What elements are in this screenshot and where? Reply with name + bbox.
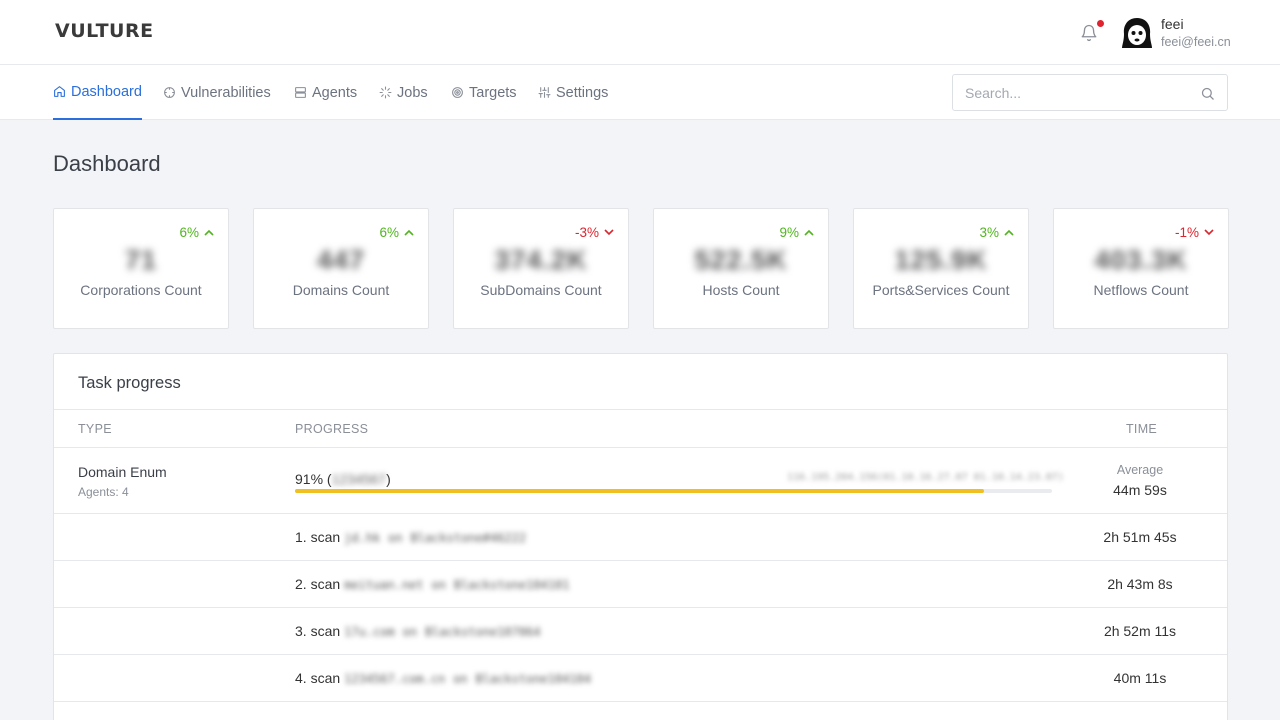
app-logo[interactable]: VULTURE: [55, 20, 154, 42]
table-row[interactable]: 3. scan 17u.com on Blackstone107064 2h 52…: [54, 608, 1227, 655]
column-header-progress: PROGRESS: [295, 422, 369, 436]
stat-label: Domains Count: [292, 282, 390, 298]
crosshair-icon: [164, 87, 175, 98]
nav-item-vulnerabilities[interactable]: Vulnerabilities: [163, 65, 271, 120]
stat-delta: 6%: [379, 225, 414, 240]
stat-value: 71: [124, 245, 158, 275]
column-header-time: TIME: [1126, 422, 1158, 436]
average-label: Average: [1116, 463, 1164, 477]
divider: [54, 409, 1227, 410]
scan-text: 3. scan 17u.com on Blackstone107064: [295, 623, 541, 639]
stat-value: 522.5K: [694, 245, 788, 275]
scan-time: 2h 43m 8s: [1107, 576, 1173, 592]
nav-label: Agents: [312, 84, 358, 101]
stat-delta: 6%: [179, 225, 214, 240]
nav-bar: Dashboard Vulnerabilities Agents Jobs Ta…: [0, 65, 1280, 120]
task-agents: Agents: 4: [78, 485, 129, 499]
chevron-up-icon: [804, 229, 814, 236]
progress-count: 1234567: [331, 471, 387, 487]
nav-label: Targets: [469, 84, 517, 101]
stat-label: Corporations Count: [80, 282, 202, 298]
loader-icon: [379, 86, 392, 99]
divider: [54, 447, 1227, 448]
column-header-type: TYPE: [78, 422, 112, 436]
nav-item-settings[interactable]: Settings: [538, 65, 608, 120]
progress-bar: [295, 489, 1052, 493]
nav-label: Settings: [556, 84, 609, 101]
sliders-icon: [538, 87, 551, 98]
chevron-down-icon: [1204, 229, 1214, 236]
stat-value: 374.2K: [494, 245, 588, 275]
divider: [54, 701, 1227, 702]
nav-item-agents[interactable]: Agents: [294, 65, 357, 120]
nav-item-targets[interactable]: Targets: [451, 65, 517, 120]
stat-delta: -3%: [575, 225, 614, 240]
stat-card-hosts[interactable]: 9% 522.5K Hosts Count: [653, 208, 829, 329]
task-type: Domain Enum: [78, 464, 167, 480]
stat-value: 403.3K: [1094, 245, 1188, 275]
user-name[interactable]: feei: [1161, 16, 1184, 32]
page-title: Dashboard: [53, 151, 161, 176]
stat-label: Hosts Count: [702, 282, 780, 298]
stat-card-ports-services[interactable]: 3% 125.9K Ports&Services Count: [853, 208, 1029, 329]
search-icon[interactable]: [1200, 86, 1215, 101]
stat-label: SubDomains Count: [480, 282, 602, 298]
scan-time: 40m 11s: [1113, 670, 1167, 686]
nav-label: Dashboard: [71, 83, 142, 100]
stat-card-corporations[interactable]: 6% 71 Corporations Count: [53, 208, 229, 329]
table-row[interactable]: 2. scan meituan.net on Blackstone104101 2…: [54, 561, 1227, 608]
stat-card-subdomains[interactable]: -3% 374.2K SubDomains Count: [453, 208, 629, 329]
top-bar: VULTURE feei feei@feei.cn: [0, 0, 1280, 65]
stat-card-netflows[interactable]: -1% 403.3K Netflows Count: [1053, 208, 1229, 329]
table-row[interactable]: 4. scan 1234567.com.cn on Blackstone10410…: [54, 655, 1227, 702]
user-email: feei@feei.cn: [1161, 35, 1231, 49]
panel-title: Task progress: [78, 374, 181, 392]
scan-text: 4. scan 1234567.com.cn on Blackstone10410…: [295, 670, 592, 686]
progress-label: 91% (1234567): [295, 471, 391, 487]
scan-time: 2h 51m 45s: [1103, 529, 1177, 545]
nav-label: Jobs: [397, 84, 428, 101]
table-row[interactable]: 1. scan jd.hk on Blackstone#46222 2h 51m …: [54, 514, 1227, 561]
stat-value: 447: [316, 245, 366, 275]
notification-dot: [1097, 20, 1104, 27]
chevron-up-icon: [1004, 229, 1014, 236]
scan-text: 1. scan jd.hk on Blackstone#46222: [295, 529, 527, 545]
stat-card-domains[interactable]: 6% 447 Domains Count: [253, 208, 429, 329]
stat-label: Ports&Services Count: [872, 282, 1010, 298]
stat-label: Netflows Count: [1093, 282, 1189, 298]
chevron-down-icon: [604, 229, 614, 236]
chevron-up-icon: [204, 229, 214, 236]
average-value: 44m 59s: [1113, 482, 1167, 498]
scan-text: 2. scan meituan.net on Blackstone104101: [295, 576, 570, 592]
nav-label: Vulnerabilities: [181, 84, 271, 101]
progress-detail: 116.195.204.156(01.10.16.27.07 01.10.14.…: [787, 472, 1064, 483]
task-progress-panel: Task progress TYPE PROGRESS TIME Domain …: [53, 353, 1228, 720]
target-icon: [452, 87, 463, 98]
chevron-up-icon: [404, 229, 414, 236]
stat-value: 125.9K: [894, 245, 988, 275]
stat-delta: 3%: [979, 225, 1014, 240]
bell-icon[interactable]: [1080, 24, 1098, 42]
nav-item-jobs[interactable]: Jobs: [379, 65, 428, 120]
scan-time: 2h 52m 11s: [1103, 623, 1177, 639]
progress-fill: [295, 489, 984, 493]
server-icon: [295, 87, 306, 98]
avatar[interactable]: [1120, 16, 1154, 50]
stat-delta: -1%: [1175, 225, 1214, 240]
search-input[interactable]: [965, 75, 1195, 110]
stat-delta: 9%: [779, 225, 814, 240]
nav-item-dashboard[interactable]: Dashboard: [53, 65, 142, 120]
search-box: [952, 74, 1228, 111]
home-icon: [54, 86, 65, 97]
